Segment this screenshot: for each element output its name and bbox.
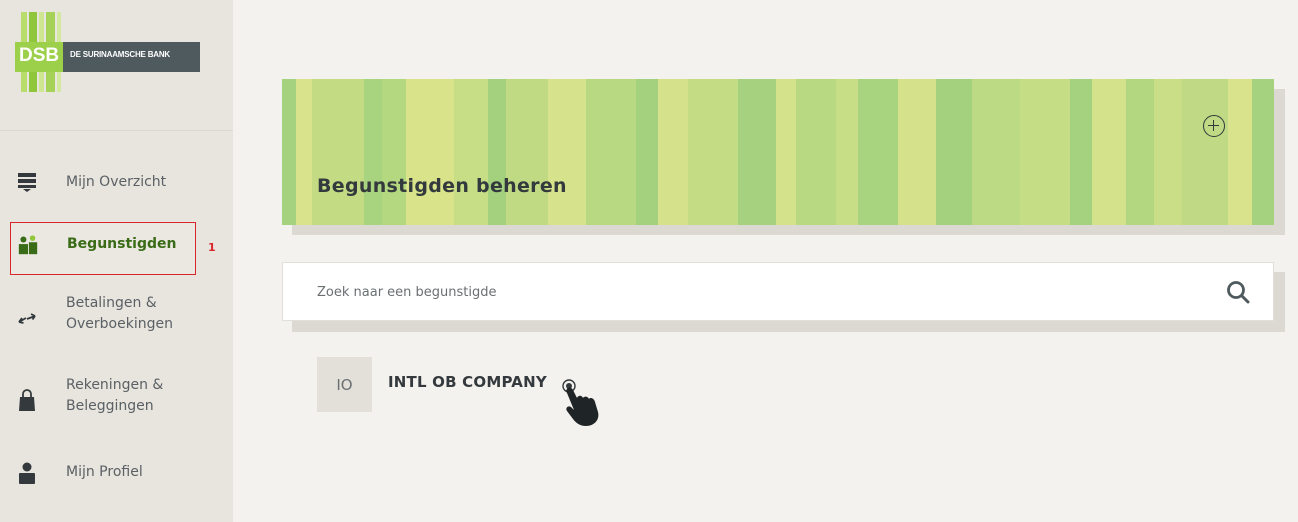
beneficiary-name[interactable]: INTL OB COMPANY	[388, 373, 547, 391]
avatar: IO	[317, 357, 372, 412]
logo-bank-name: DE SURINAAMSCHE BANK	[70, 50, 171, 59]
sidebar-item-mijn-overzicht[interactable]: Mijn Overzicht	[10, 170, 196, 194]
annotation-number: 1	[208, 241, 216, 254]
transfer-arrows-icon	[18, 313, 36, 324]
sidebar-item-rekeningen[interactable]: Rekeningen & Beleggingen	[10, 375, 196, 423]
person-icon	[19, 462, 35, 484]
beneficiaries-icon	[18, 235, 38, 255]
lock-icon	[19, 389, 35, 411]
page-banner	[282, 79, 1274, 225]
dsb-logo[interactable]: DSB DE SURINAAMSCHE BANK	[13, 12, 200, 92]
search-bar	[282, 262, 1274, 321]
logo-abbreviation: DSB	[19, 45, 60, 66]
sidebar: DSB DE SURINAAMSCHE BANK Mijn Overzicht …	[0, 0, 233, 522]
page-title: Begunstigden beheren	[317, 175, 567, 197]
overview-icon	[18, 173, 36, 192]
search-input[interactable]	[317, 281, 1177, 303]
search-icon[interactable]	[1226, 280, 1250, 304]
sidebar-item-betalingen[interactable]: Betalingen & Overboekingen	[10, 293, 196, 341]
sidebar-item-label: Mijn Overzicht	[66, 174, 167, 190]
plus-circle-icon[interactable]	[1203, 115, 1225, 137]
pointer-hand-icon	[562, 379, 599, 426]
sidebar-item-begunstigden[interactable]: Begunstigden	[10, 222, 196, 275]
sidebar-item-label: Betalingen & Overboekingen	[66, 295, 173, 332]
sidebar-item-mijn-profiel[interactable]: Mijn Profiel	[10, 459, 196, 487]
sidebar-item-label: Rekeningen & Beleggingen	[66, 377, 164, 414]
logo-area: DSB DE SURINAAMSCHE BANK	[0, 0, 233, 131]
sidebar-item-label: Mijn Profiel	[66, 464, 143, 480]
sidebar-item-label: Begunstigden	[67, 236, 177, 252]
